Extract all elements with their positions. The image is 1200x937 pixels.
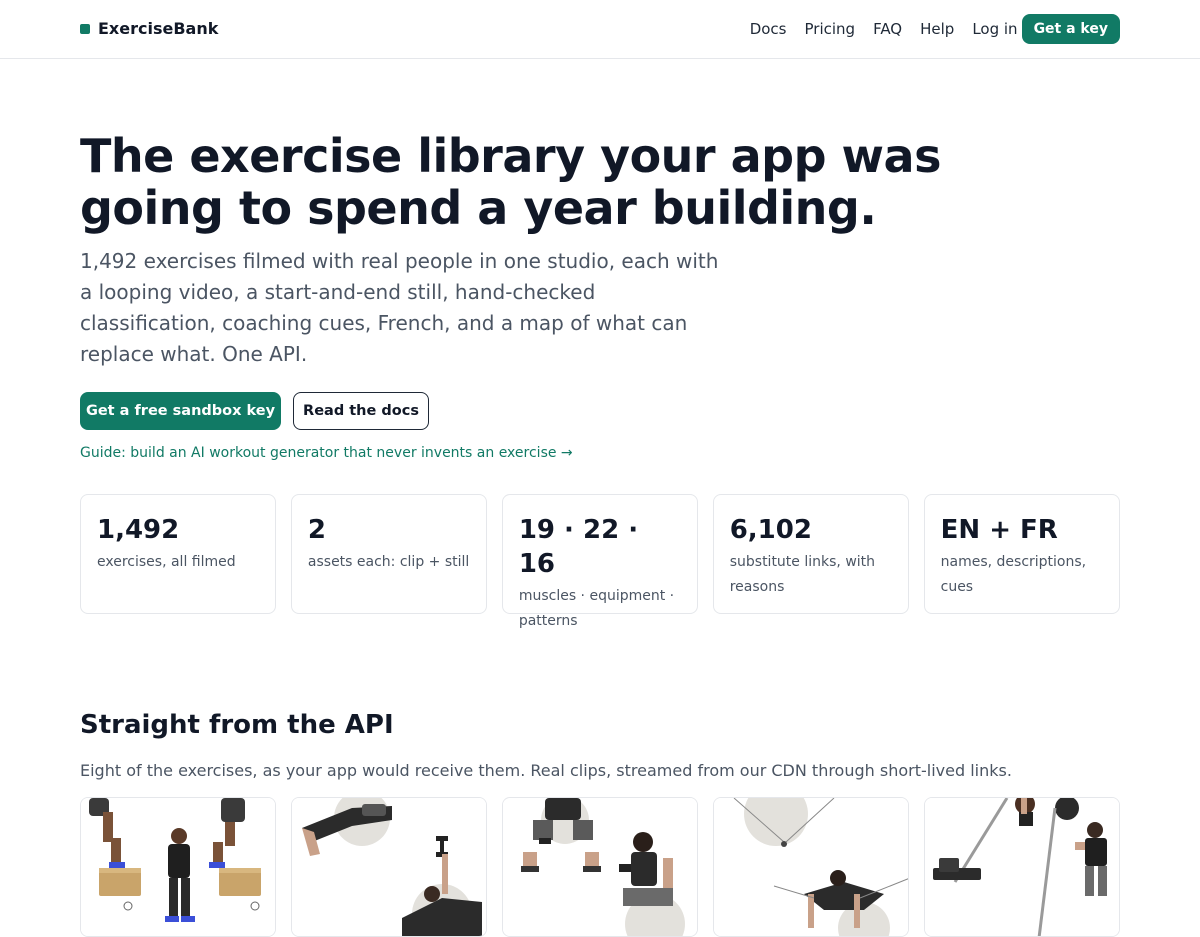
stat-card: 6,102 substitute links, with reasons xyxy=(712,494,910,614)
main-nav: Docs Pricing FAQ Help Log in Get a key xyxy=(750,14,1120,44)
hero-subtitle: 1,492 exercises filmed with real people … xyxy=(80,249,719,366)
stat-value: 19 · 22 · 16 xyxy=(518,515,639,579)
exercise-card[interactable] xyxy=(80,797,277,937)
hero-title: The exercise library your app was going … xyxy=(80,129,941,235)
read-docs-button[interactable]: Read the docs xyxy=(293,392,429,430)
stat-value: 2 xyxy=(307,515,326,545)
nav-docs-link[interactable]: Docs xyxy=(750,14,787,44)
exercise-card[interactable] xyxy=(501,797,699,937)
stat-value: 1,492 xyxy=(97,515,180,545)
exercise-cards-row xyxy=(80,797,1121,937)
nav-faq-link[interactable]: FAQ xyxy=(873,14,902,44)
stat-card: 1,492 exercises, all filmed xyxy=(80,494,277,614)
brand-logo[interactable]: ExerciseBank xyxy=(80,19,218,38)
stat-label: muscles · equipment · patterns xyxy=(518,588,675,629)
nav-login-link[interactable]: Log in xyxy=(972,14,1017,44)
stat-card: 2 assets each: clip + still xyxy=(290,494,488,614)
stat-card: EN + FR names, descriptions, cues xyxy=(923,494,1121,614)
brand-name: ExerciseBank xyxy=(98,19,219,38)
exercise-card[interactable] xyxy=(923,797,1121,937)
nav-help-link[interactable]: Help xyxy=(920,14,954,44)
ai-workout-guide-link[interactable]: Guide: build an AI workout generator tha… xyxy=(80,445,573,461)
free-sandbox-key-button[interactable]: Get a free sandbox key xyxy=(80,392,281,430)
step-up-exercise-image xyxy=(81,798,276,936)
stat-label: substitute links, with reasons xyxy=(729,554,876,595)
stat-value: EN + FR xyxy=(940,515,1058,545)
stat-label: names, descriptions, cues xyxy=(940,554,1087,595)
top-navigation-bar: ExerciseBank Docs Pricing FAQ Help Log i… xyxy=(0,0,1200,59)
stat-value: 6,102 xyxy=(729,515,812,545)
landmine-barbell-exercise-image xyxy=(924,798,1120,936)
stability-ball-dumbbell-curl-image xyxy=(502,798,698,936)
exercise-card[interactable] xyxy=(712,797,910,937)
nav-pricing-link[interactable]: Pricing xyxy=(805,14,856,44)
stability-ball-dumbbell-press-image xyxy=(291,798,487,936)
cable-fly-exercise-image xyxy=(713,798,909,936)
get-a-key-button[interactable]: Get a key xyxy=(1021,14,1120,44)
stat-card: 19 · 22 · 16 muscles · equipment · patte… xyxy=(501,494,699,629)
api-section-title: Straight from the API xyxy=(80,710,394,740)
stats-row: 1,492 exercises, all filmed 2 assets eac… xyxy=(80,494,1121,629)
brand-square-icon xyxy=(80,23,90,34)
stat-label: assets each: clip + still xyxy=(307,554,470,570)
exercise-card[interactable] xyxy=(290,797,488,937)
stat-label: exercises, all filmed xyxy=(97,554,236,570)
api-section-subtitle: Eight of the exercises, as your app woul… xyxy=(80,761,1012,780)
